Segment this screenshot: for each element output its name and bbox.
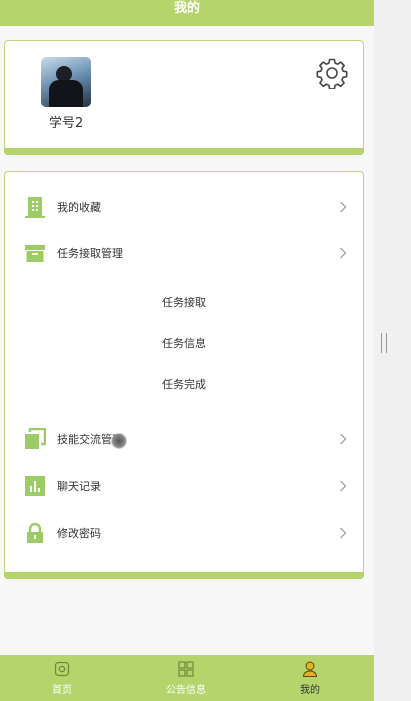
tab-label: 我的 xyxy=(300,685,320,696)
mouse-cursor xyxy=(111,433,127,449)
username: 学号2 xyxy=(49,116,84,131)
page-title-bar: 我的 xyxy=(0,0,374,26)
menu-item-label: 任务接取管理 xyxy=(57,247,123,260)
chevron-right-icon xyxy=(340,201,347,213)
tab-announcements[interactable]: 公告信息 xyxy=(124,655,248,701)
chevron-right-icon xyxy=(340,247,347,259)
window-scroll-area xyxy=(374,0,411,701)
resize-handle[interactable] xyxy=(381,333,387,353)
copy-icon xyxy=(25,428,46,449)
chevron-right-icon xyxy=(340,480,347,492)
menu-item-task-management[interactable]: 任务接取管理 xyxy=(5,236,363,270)
grid-icon xyxy=(178,661,194,677)
tab-mine[interactable]: 我的 xyxy=(248,655,372,701)
chevron-right-icon xyxy=(340,433,347,445)
submenu-task-info[interactable]: 任务信息 xyxy=(5,332,363,356)
card-accent-bar xyxy=(4,572,364,579)
lock-icon xyxy=(27,522,43,543)
gear-icon[interactable] xyxy=(316,57,348,89)
submenu-task-accept[interactable]: 任务接取 xyxy=(5,291,363,315)
building-icon xyxy=(25,197,45,218)
menu-item-skill-exchange[interactable]: 技能交流管理 xyxy=(5,422,363,456)
tab-label: 公告信息 xyxy=(166,685,206,696)
chevron-right-icon xyxy=(340,527,347,539)
avatar[interactable] xyxy=(41,57,91,107)
bar-chart-icon xyxy=(25,476,45,496)
bottom-tab-bar: 首页 公告信息 我的 xyxy=(0,655,374,701)
app-screen: 我的 学号2 我的收藏 任务接取管理 任务接取 任务信息 任务完成 技能交流管理… xyxy=(0,0,374,701)
profile-card: 学号2 xyxy=(4,40,364,155)
tab-home[interactable]: 首页 xyxy=(0,655,124,701)
submenu-task-complete[interactable]: 任务完成 xyxy=(5,373,363,397)
menu-item-change-password[interactable]: 修改密码 xyxy=(5,516,363,550)
menu-card: 我的收藏 任务接取管理 任务接取 任务信息 任务完成 技能交流管理 聊天记录 修… xyxy=(4,171,364,579)
menu-item-chat-history[interactable]: 聊天记录 xyxy=(5,469,363,503)
page-title: 我的 xyxy=(173,1,200,16)
menu-item-label: 我的收藏 xyxy=(57,201,101,214)
archive-box-icon xyxy=(25,245,45,262)
card-accent-bar xyxy=(4,148,364,155)
home-icon xyxy=(54,661,70,677)
tab-label: 首页 xyxy=(52,685,72,696)
menu-item-favorites[interactable]: 我的收藏 xyxy=(5,190,363,224)
menu-item-label: 修改密码 xyxy=(57,527,101,540)
user-icon xyxy=(302,661,318,677)
menu-item-label: 聊天记录 xyxy=(57,480,101,493)
